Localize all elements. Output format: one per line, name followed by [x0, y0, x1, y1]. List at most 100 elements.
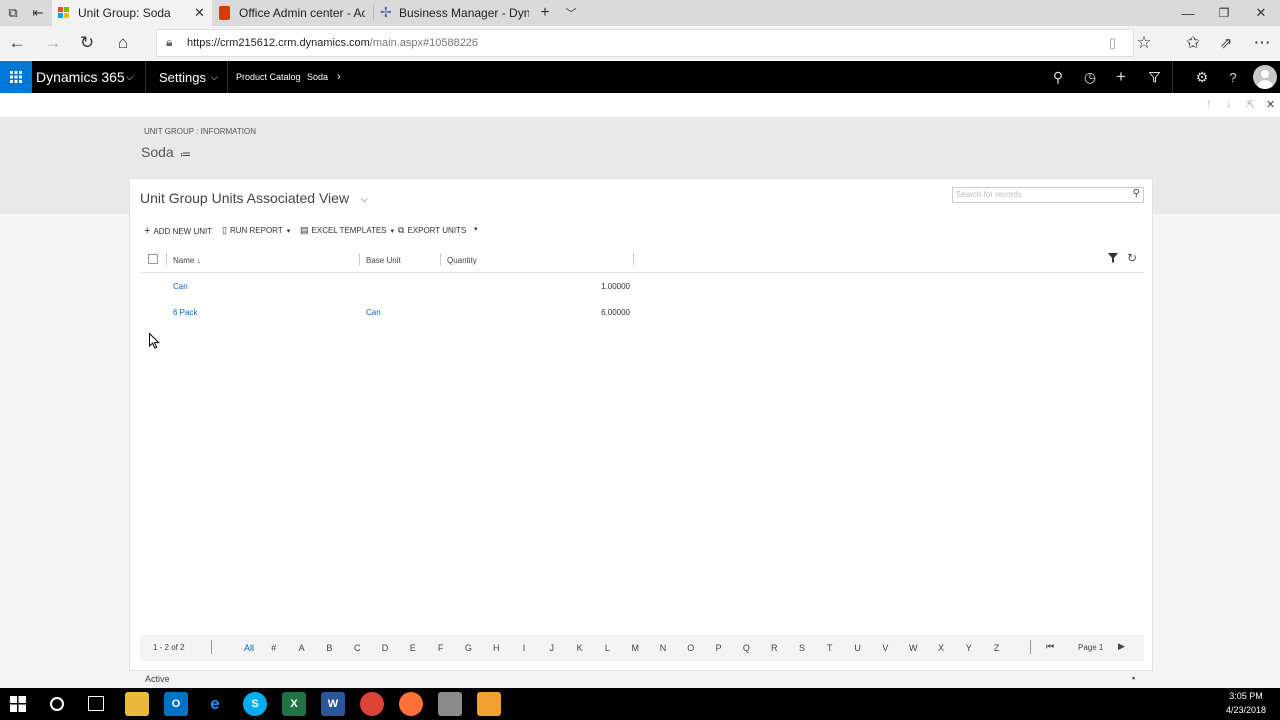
- breadcrumb-soda[interactable]: Soda: [307, 61, 328, 93]
- cortana-search-icon[interactable]: [50, 697, 64, 711]
- previous-record-icon[interactable]: ↑: [1206, 98, 1212, 110]
- tab-actions-icon[interactable]: ⧉: [4, 4, 22, 22]
- jump-letter-l[interactable]: L: [600, 643, 614, 653]
- jump-letter-v[interactable]: V: [878, 643, 892, 653]
- jump-letter-d[interactable]: D: [378, 643, 392, 653]
- edge-icon[interactable]: e: [203, 692, 227, 716]
- minimize-icon[interactable]: —: [1179, 4, 1197, 22]
- excel-templates-button[interactable]: ▤ EXCEL TEMPLATES ▾: [300, 225, 394, 236]
- jump-letter-hash[interactable]: #: [267, 643, 281, 653]
- export-chevron-icon[interactable]: ▾: [474, 225, 478, 233]
- jump-letter-m[interactable]: M: [628, 643, 642, 653]
- gear-icon[interactable]: ⚙: [1186, 61, 1218, 93]
- close-window-icon[interactable]: ✕: [1252, 4, 1270, 22]
- jump-letter-x[interactable]: X: [934, 643, 948, 653]
- refresh-grid-icon[interactable]: ↻: [1127, 251, 1137, 265]
- jump-letter-g[interactable]: G: [461, 643, 475, 653]
- advanced-find-icon[interactable]: [1138, 61, 1170, 93]
- chevron-right-icon[interactable]: ›: [337, 61, 341, 93]
- quick-create-icon[interactable]: +: [1105, 61, 1137, 93]
- jump-letter-y[interactable]: Y: [962, 643, 976, 653]
- set-tabs-aside-icon[interactable]: ⇤: [29, 4, 47, 22]
- jump-letter-all[interactable]: All: [239, 643, 259, 653]
- search-icon[interactable]: ⚲: [1042, 61, 1074, 93]
- close-tab-icon[interactable]: ✕: [194, 5, 205, 21]
- save-icon[interactable]: ▪: [1132, 673, 1135, 683]
- firefox-icon[interactable]: [399, 692, 423, 716]
- column-header-quantity[interactable]: Quantity: [447, 256, 477, 265]
- jump-letter-r[interactable]: R: [767, 643, 781, 653]
- first-page-icon[interactable]: ⏮: [1046, 641, 1054, 652]
- breadcrumb-product-catalog[interactable]: Product Catalog: [236, 61, 301, 93]
- chevron-down-icon[interactable]: ⌵: [126, 61, 133, 93]
- next-page-icon[interactable]: ▶: [1118, 641, 1125, 652]
- reading-view-icon[interactable]: ▯: [1109, 35, 1116, 51]
- area-settings[interactable]: Settings: [159, 61, 206, 93]
- jump-letter-s[interactable]: S: [795, 643, 809, 653]
- filter-icon[interactable]: [1108, 253, 1118, 266]
- app-icon[interactable]: [477, 692, 501, 716]
- form-selector-icon[interactable]: ≔: [180, 148, 191, 161]
- tab-business-manager[interactable]: ✢ Business Manager - Dynam: [374, 0, 534, 26]
- unit-name-link[interactable]: Can: [173, 282, 188, 291]
- jump-letter-w[interactable]: W: [906, 643, 920, 653]
- outlook-icon[interactable]: O: [164, 692, 188, 716]
- tab-preview-chevron-icon[interactable]: ﹀: [562, 4, 580, 22]
- jump-letter-k[interactable]: K: [573, 643, 587, 653]
- unit-name-link[interactable]: 6 Pack: [173, 308, 197, 317]
- windows-start-icon[interactable]: [10, 696, 26, 717]
- next-record-icon[interactable]: ↓: [1226, 98, 1232, 110]
- jump-letter-t[interactable]: T: [823, 643, 837, 653]
- forward-icon[interactable]: →: [42, 32, 64, 54]
- jump-letter-p[interactable]: P: [712, 643, 726, 653]
- run-report-button[interactable]: ▯ RUN REPORT ▾: [222, 225, 290, 236]
- pop-out-icon[interactable]: ⇱: [1246, 98, 1255, 111]
- favorites-hub-icon[interactable]: ✩: [1182, 32, 1204, 54]
- search-input[interactable]: Search for records ⚲: [952, 187, 1144, 203]
- jump-letter-o[interactable]: O: [684, 643, 698, 653]
- tab-office-admin[interactable]: Office Admin center - Activ: [213, 0, 373, 26]
- chevron-down-icon[interactable]: ⌵: [211, 61, 218, 93]
- column-header-name[interactable]: Name ↓: [173, 256, 201, 265]
- back-icon[interactable]: ←: [6, 32, 28, 54]
- search-icon[interactable]: ⚲: [1133, 188, 1140, 199]
- task-view-icon[interactable]: [88, 696, 104, 711]
- view-selector-chevron-icon[interactable]: ⌵: [361, 194, 368, 205]
- jump-letter-z[interactable]: Z: [990, 643, 1004, 653]
- close-form-icon[interactable]: ✕: [1266, 98, 1275, 111]
- column-header-base-unit[interactable]: Base Unit: [366, 256, 401, 265]
- jump-letter-b[interactable]: B: [322, 643, 336, 653]
- refresh-icon[interactable]: ↻: [76, 32, 98, 54]
- chrome-icon[interactable]: [360, 692, 384, 716]
- clock-time[interactable]: 3:05 PM: [1220, 691, 1272, 701]
- remote-app-icon[interactable]: [438, 692, 462, 716]
- help-icon[interactable]: ?: [1217, 61, 1249, 93]
- skype-icon[interactable]: S: [243, 692, 267, 716]
- table-row[interactable]: Can 1.00000: [140, 274, 1144, 300]
- excel-app-icon[interactable]: X: [282, 692, 306, 716]
- app-name[interactable]: Dynamics 365: [36, 61, 125, 93]
- recent-history-icon[interactable]: ◷: [1074, 61, 1106, 93]
- url-field[interactable]: 🔒︎ https://crm215612.crm.dynamics.com/ma…: [156, 29, 1134, 57]
- select-all-checkbox[interactable]: [148, 254, 158, 264]
- jump-letter-q[interactable]: Q: [739, 643, 753, 653]
- jump-letter-a[interactable]: A: [295, 643, 309, 653]
- base-unit-link[interactable]: Can: [366, 308, 381, 317]
- table-row[interactable]: 6 Pack Can 6.00000: [140, 300, 1144, 326]
- jump-letter-j[interactable]: J: [545, 643, 559, 653]
- jump-letter-n[interactable]: N: [656, 643, 670, 653]
- view-title[interactable]: Unit Group Units Associated View: [140, 190, 349, 206]
- export-units-button[interactable]: ⧉ EXPORT UNITS: [398, 225, 466, 236]
- word-icon[interactable]: W: [321, 692, 345, 716]
- share-icon[interactable]: ⇗: [1215, 32, 1237, 54]
- tab-unit-group-soda[interactable]: Unit Group: Soda ✕: [52, 0, 212, 26]
- jump-letter-i[interactable]: I: [517, 643, 531, 653]
- jump-letter-h[interactable]: H: [489, 643, 503, 653]
- home-icon[interactable]: ⌂: [112, 32, 134, 54]
- favorite-star-icon[interactable]: ☆: [1133, 32, 1155, 54]
- jump-letter-u[interactable]: U: [851, 643, 865, 653]
- jump-letter-c[interactable]: C: [350, 643, 364, 653]
- jump-letter-f[interactable]: F: [434, 643, 448, 653]
- file-explorer-icon[interactable]: [125, 692, 149, 716]
- app-launcher-icon[interactable]: [0, 61, 32, 93]
